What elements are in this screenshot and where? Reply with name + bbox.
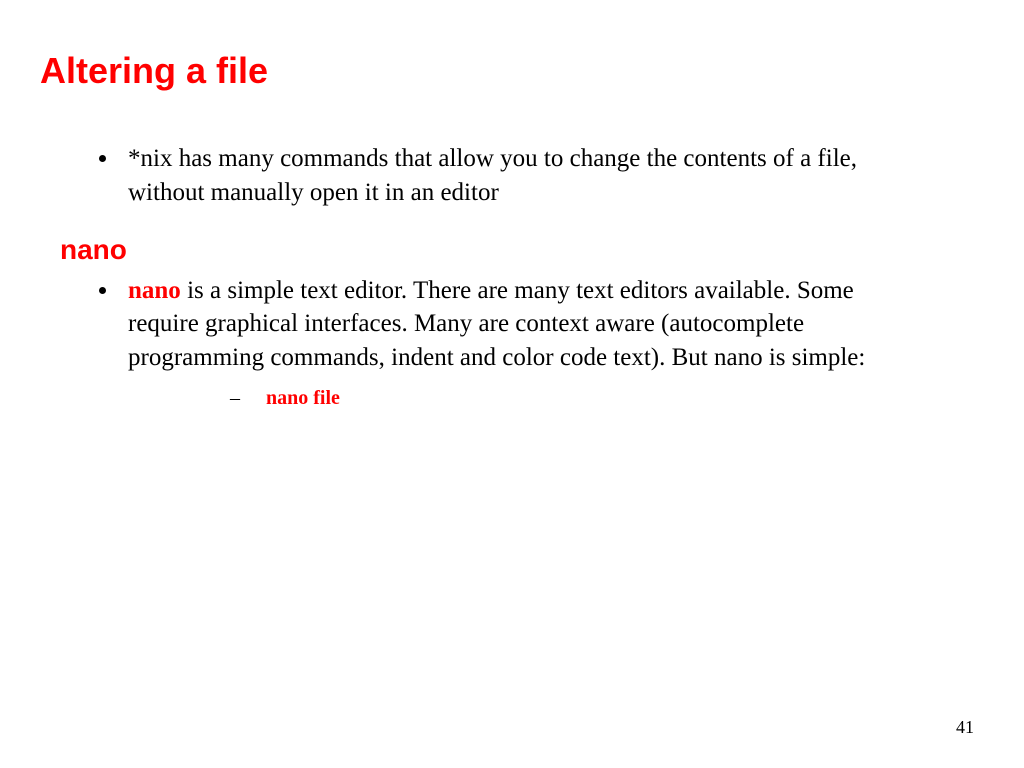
intro-bullet: *nix has many commands that allow you to… <box>120 142 984 210</box>
nano-subheading: nano <box>60 234 984 266</box>
nano-command-item: nano file <box>258 385 924 412</box>
nano-command-list: nano file <box>128 385 924 412</box>
nano-description-bullet: nano is a simple text editor. There are … <box>120 274 984 412</box>
nano-keyword: nano <box>128 277 181 304</box>
page-number: 41 <box>956 717 974 738</box>
nano-description-text: is a simple text editor. There are many … <box>128 277 865 372</box>
slide-title: Altering a file <box>40 50 984 92</box>
nano-bullet-list: nano is a simple text editor. There are … <box>40 274 984 412</box>
intro-bullet-list: *nix has many commands that allow you to… <box>40 142 984 210</box>
